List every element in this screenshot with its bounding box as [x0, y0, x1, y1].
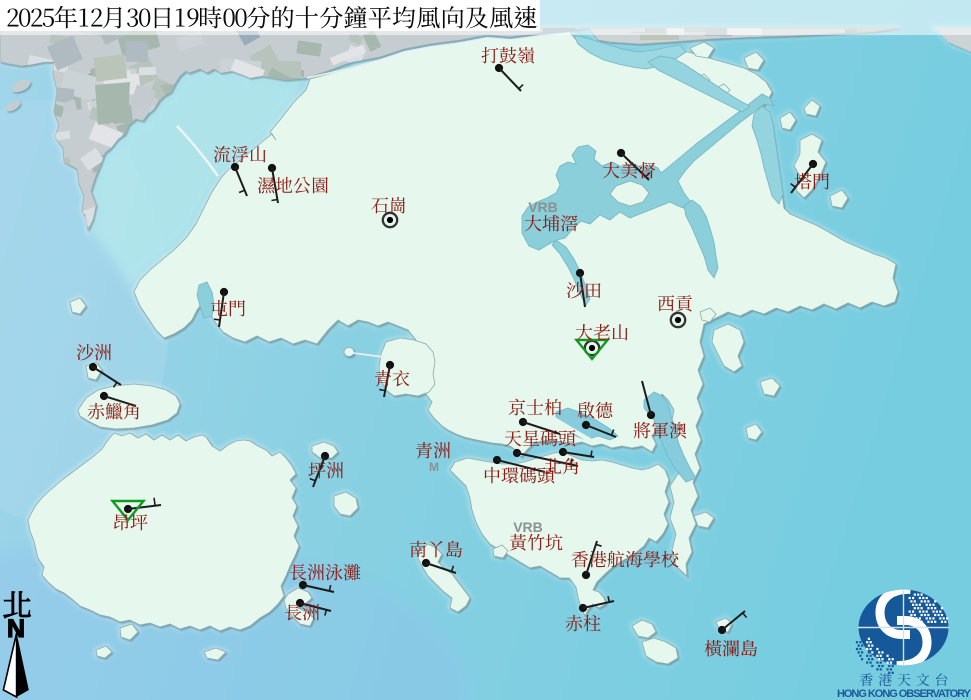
svg-text:VRB: VRB [528, 199, 558, 215]
svg-text:HONG KONG OBSERVATORY: HONG KONG OBSERVATORY [837, 688, 971, 700]
svg-text:VRB: VRB [513, 519, 543, 535]
svg-text:M: M [429, 460, 439, 474]
